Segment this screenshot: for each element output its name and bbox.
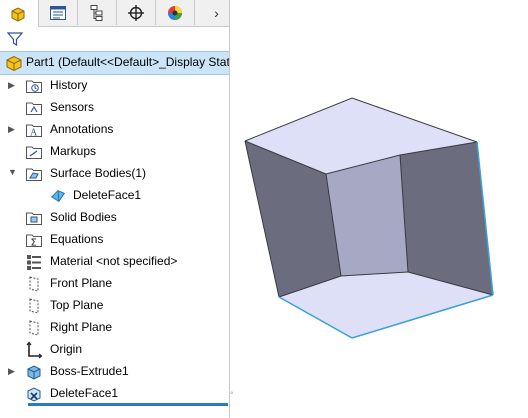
tree-item-material[interactable]: Material <not specified> <box>0 251 229 273</box>
tree-item-surface-body-deleteface1[interactable]: DeleteFace1 <box>0 185 229 207</box>
part-icon <box>6 55 22 72</box>
featuremanager-pane: › Part1 (Default<<Default>_Display State… <box>0 0 230 418</box>
configurationmanager-tab[interactable] <box>78 0 117 25</box>
tree-item-label: Top Plane <box>50 298 104 312</box>
svg-text:A: A <box>30 128 38 139</box>
markups-folder-icon <box>26 146 42 159</box>
propertymanager-tab[interactable] <box>39 0 78 25</box>
tree-item-boss-extrude1[interactable]: ▶ Boss-Extrude1 <box>0 361 229 383</box>
tree-item-label: Origin <box>50 342 83 356</box>
rollback-bar[interactable] <box>28 403 228 406</box>
displaymanager-tab[interactable] <box>156 0 195 25</box>
tree-item-deleteface1[interactable]: DeleteFace1 <box>0 383 229 405</box>
dimxpert-tab-icon <box>128 4 144 21</box>
pane-resize-handle[interactable]: ◦ <box>230 389 240 399</box>
dimxpert-tab[interactable] <box>117 0 156 25</box>
displaymanager-tab-icon <box>168 5 182 20</box>
delete-face-icon <box>27 387 41 402</box>
plane-icon <box>29 320 39 336</box>
tree-item-label: History <box>50 78 88 92</box>
tree-item-label: Right Plane <box>50 320 113 334</box>
tree-item-label: Front Plane <box>50 276 113 290</box>
tree-item-surface-bodies[interactable]: ▼ Surface Bodies(1) <box>0 163 229 185</box>
filter-icon[interactable] <box>7 31 23 47</box>
graphics-viewport[interactable] <box>240 0 528 418</box>
svg-text:Σ: Σ <box>31 238 37 249</box>
tree-item-front-plane[interactable]: Front Plane <box>0 273 229 295</box>
more-tabs-arrow[interactable]: › <box>204 0 229 25</box>
tree-item-label: Material <not specified> <box>50 254 178 268</box>
configurationmanager-tab-icon <box>90 4 103 21</box>
part-root-label: Part1 (Default<<Default>_Display State <box>26 55 229 69</box>
tree-item-equations[interactable]: Σ Equations <box>0 229 229 251</box>
tree-item-label: Boss-Extrude1 <box>50 364 129 378</box>
tree-item-label: Solid Bodies <box>50 210 117 224</box>
tree-item-right-plane[interactable]: Right Plane <box>0 317 229 339</box>
tree-item-label: Markups <box>50 144 97 158</box>
surface-body-icon <box>50 190 65 203</box>
collapse-arrow-icon[interactable]: ▼ <box>8 167 17 177</box>
tree-item-markups[interactable]: Markups <box>0 141 229 163</box>
tree-item-label: Sensors <box>50 100 95 114</box>
plane-icon <box>29 276 39 292</box>
tree-item-label: Surface Bodies(1) <box>50 166 147 180</box>
expand-arrow-icon[interactable]: ▶ <box>8 80 16 90</box>
boss-extrude-icon <box>27 365 41 380</box>
tree-item-origin[interactable]: Origin <box>0 339 229 361</box>
plane-icon <box>29 298 39 314</box>
sensors-folder-icon <box>26 102 42 115</box>
tree-item-label: DeleteFace1 <box>73 188 142 202</box>
manager-tabbar: › <box>0 0 229 27</box>
featuremanager-tab[interactable] <box>0 0 39 27</box>
solid-bodies-folder-icon <box>26 212 42 225</box>
surface-bodies-folder-icon <box>26 168 42 181</box>
annotations-folder-icon: A <box>26 124 42 139</box>
tree-item-annotations[interactable]: ▶ A Annotations <box>0 119 229 141</box>
featuremanager-tab-icon <box>11 6 25 22</box>
tree-item-solid-bodies[interactable]: Solid Bodies <box>0 207 229 229</box>
expand-arrow-icon[interactable]: ▶ <box>8 366 16 376</box>
origin-icon <box>26 341 43 359</box>
equations-folder-icon: Σ <box>26 234 42 249</box>
solidworks-window: › Part1 (Default<<Default>_Display State… <box>0 0 528 418</box>
tree-item-label: Equations <box>50 232 104 246</box>
tree-item-sensors[interactable]: Sensors <box>0 97 229 119</box>
history-folder-icon <box>26 80 42 93</box>
tree-item-label: Annotations <box>50 122 114 136</box>
propertymanager-tab-icon <box>50 5 66 20</box>
filter-row <box>0 27 229 51</box>
tree-item-top-plane[interactable]: Top Plane <box>0 295 229 317</box>
model-graphic[interactable] <box>240 0 528 418</box>
material-icon <box>27 255 41 270</box>
tree-item-label: DeleteFace1 <box>50 386 119 400</box>
expand-arrow-icon[interactable]: ▶ <box>8 124 16 134</box>
tree-item-history[interactable]: ▶ History <box>0 75 229 97</box>
tree-root-part1[interactable]: Part1 (Default<<Default>_Display State <box>0 51 229 75</box>
